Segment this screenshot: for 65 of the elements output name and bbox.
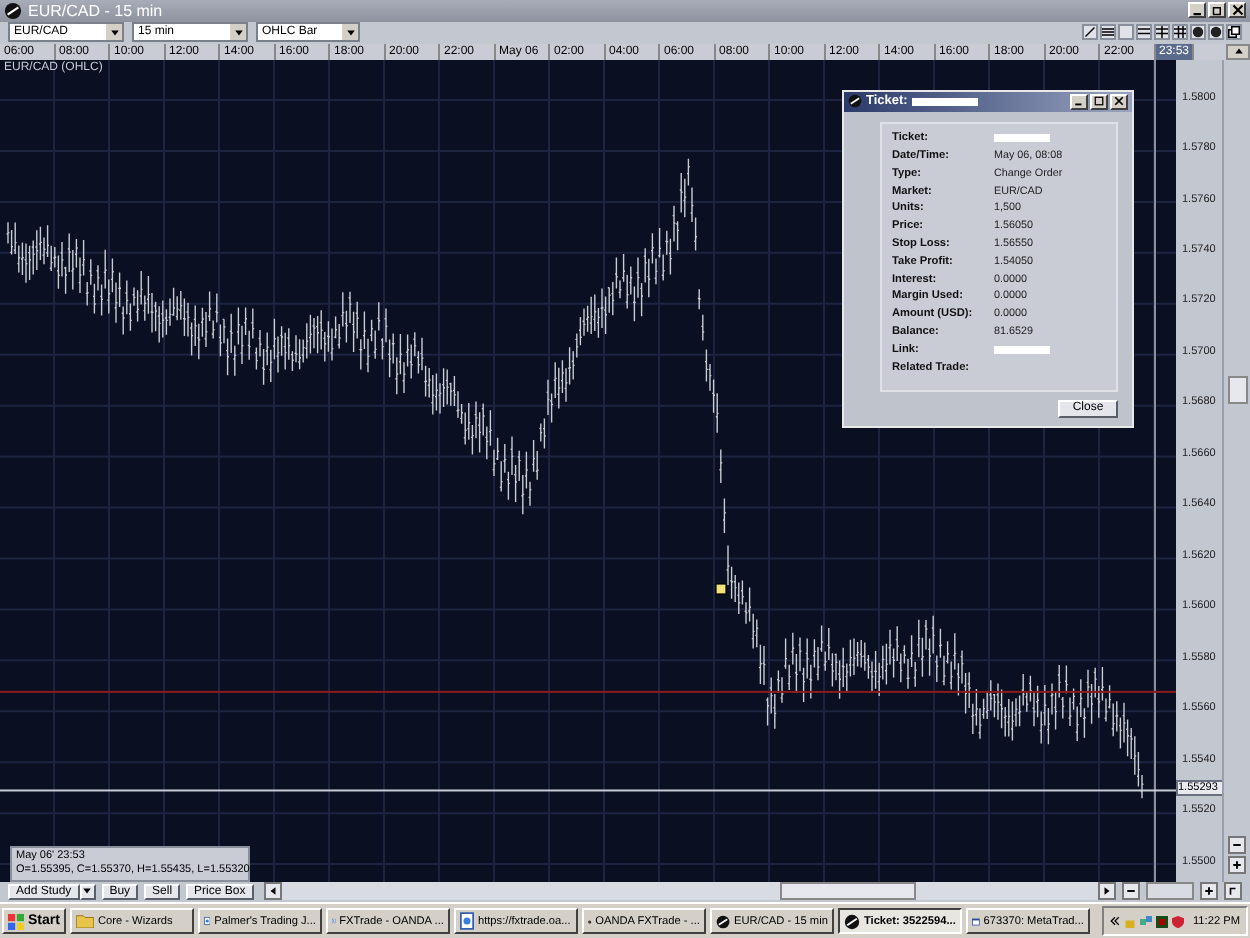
chevron-icon[interactable] bbox=[1110, 916, 1121, 927]
minus-icon bbox=[1232, 839, 1243, 850]
caret-icon bbox=[82, 886, 93, 897]
scroll-thumb[interactable] bbox=[1228, 375, 1249, 404]
maximize-icon bbox=[1094, 96, 1104, 107]
zoom-out-button[interactable] bbox=[1228, 835, 1247, 854]
close-icon bbox=[1114, 96, 1124, 107]
lines-icon bbox=[1102, 26, 1114, 39]
caret-icon bbox=[109, 27, 119, 38]
zoom-in-button[interactable] bbox=[1200, 882, 1218, 901]
caret-icon bbox=[345, 27, 355, 38]
draw-line-tool[interactable] bbox=[1082, 24, 1098, 41]
up-arrow-icon bbox=[1233, 46, 1243, 57]
windows-icon bbox=[1228, 26, 1240, 39]
maximize-button[interactable] bbox=[1090, 93, 1108, 110]
windows-logo-icon bbox=[8, 913, 24, 930]
zoom-out-button[interactable] bbox=[1122, 882, 1140, 901]
line-icon bbox=[1084, 26, 1096, 39]
shield-icon[interactable] bbox=[1172, 915, 1185, 928]
lines-tool[interactable] bbox=[1136, 24, 1152, 41]
scroll-left-button[interactable] bbox=[263, 882, 282, 901]
lines-tool[interactable] bbox=[1100, 24, 1116, 41]
monitor-icon[interactable] bbox=[1156, 915, 1169, 928]
app-icon bbox=[4, 1, 22, 20]
horizontal-scrollbar[interactable] bbox=[263, 882, 1116, 901]
window-title: EUR/CAD - 15 min bbox=[28, 1, 163, 20]
zoom-out-tool[interactable] bbox=[1190, 24, 1206, 41]
restore-icon bbox=[1211, 4, 1223, 17]
page-icon bbox=[459, 912, 474, 931]
scroll-right-button[interactable] bbox=[1098, 882, 1116, 901]
grid-tool[interactable] bbox=[1172, 24, 1188, 41]
grid-icon bbox=[1174, 26, 1186, 39]
right-arrow-icon bbox=[1102, 886, 1112, 897]
folder-icon bbox=[75, 914, 94, 929]
detach-tool[interactable] bbox=[1226, 24, 1242, 41]
app-icon bbox=[848, 94, 862, 109]
scroll-thumb[interactable] bbox=[779, 882, 916, 901]
vertical-scrollbar[interactable] bbox=[1222, 59, 1250, 882]
plus-icon bbox=[1204, 886, 1214, 897]
zoom-in-button[interactable] bbox=[1228, 855, 1247, 874]
app-icon bbox=[715, 913, 731, 930]
window-icon bbox=[971, 913, 980, 930]
app-icon bbox=[843, 913, 860, 930]
corner-icon bbox=[1228, 886, 1238, 897]
page-icon bbox=[203, 912, 211, 931]
left-arrow-icon bbox=[267, 886, 278, 897]
redacted-field bbox=[994, 134, 1050, 143]
table-tool[interactable] bbox=[1154, 24, 1170, 41]
table-icon bbox=[1156, 26, 1168, 39]
lines-icon bbox=[1138, 26, 1150, 39]
zoom-in-tool[interactable] bbox=[1208, 24, 1224, 41]
close-icon bbox=[1231, 4, 1243, 17]
plus-icon bbox=[1232, 859, 1243, 870]
minimize-button[interactable] bbox=[1070, 93, 1088, 110]
restore-button[interactable] bbox=[1208, 2, 1226, 19]
redacted-field bbox=[994, 345, 1050, 354]
circle-icon bbox=[1210, 26, 1222, 39]
minus-icon bbox=[1126, 886, 1136, 897]
circle-icon bbox=[1192, 26, 1204, 39]
reset-button[interactable] bbox=[1224, 882, 1242, 901]
redacted-field bbox=[911, 97, 978, 106]
minimize-button[interactable] bbox=[1188, 2, 1206, 19]
caret-icon bbox=[233, 27, 243, 38]
close-button[interactable] bbox=[1228, 2, 1246, 19]
cursor-icon bbox=[715, 582, 727, 594]
